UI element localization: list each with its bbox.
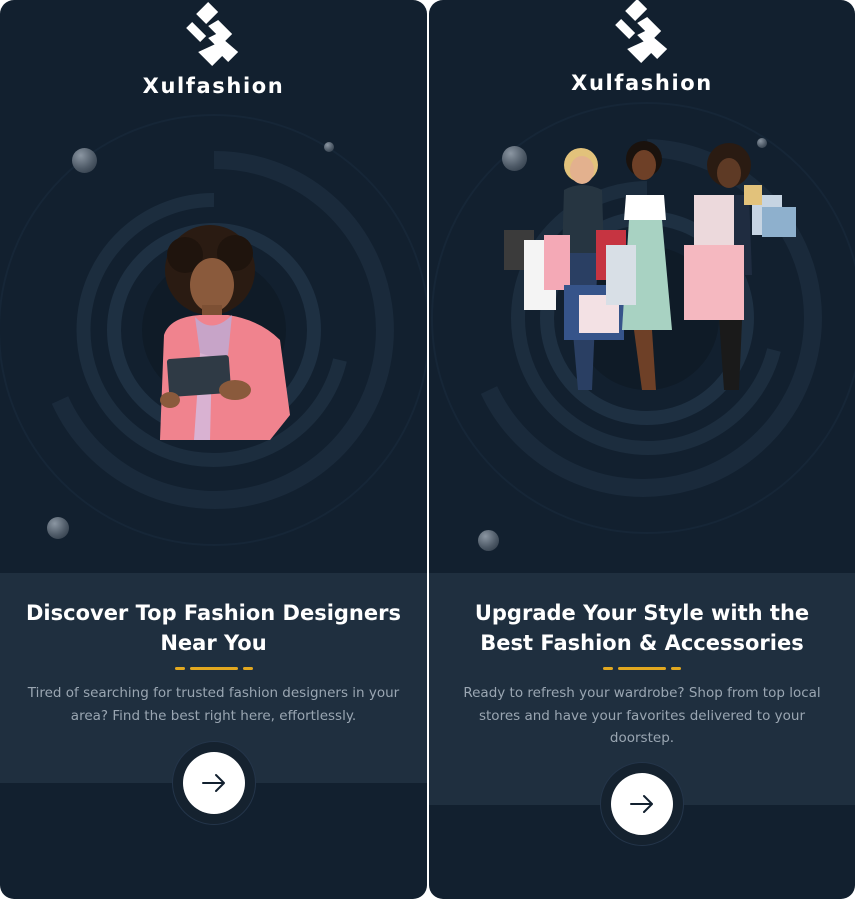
decor-sphere — [47, 517, 69, 539]
brand-logo: Xulfashion — [571, 0, 713, 95]
arrow-right-icon — [201, 774, 225, 792]
hero-image-designer — [160, 225, 290, 440]
brand-name: Xulfashion — [571, 71, 713, 95]
decor-sphere — [72, 148, 97, 173]
brand-mark-icon — [614, 0, 667, 63]
brand-name: Xulfashion — [142, 74, 285, 98]
next-button-ring — [171, 741, 256, 825]
screen-title: Upgrade Your Style with the Best Fashion… — [474, 601, 810, 655]
brand-logo: Xulfashion — [143, 0, 285, 98]
title-divider — [174, 667, 253, 670]
onboarding-screen-shopping: Xulfashion Upgrade Your Style with the B… — [429, 0, 855, 899]
title-divider — [603, 667, 681, 670]
arrow-right-icon — [630, 795, 653, 813]
screen-description: Tired of searching for trusted fashion d… — [27, 685, 400, 724]
decor-sphere — [478, 530, 499, 551]
next-button-ring — [600, 762, 684, 846]
hero-image-shoppers — [504, 141, 796, 390]
decor-sphere — [324, 142, 334, 152]
brand-mark-icon — [186, 2, 239, 66]
screen-description: Ready to refresh your wardrobe? Shop fro… — [463, 685, 821, 746]
next-button[interactable] — [611, 773, 673, 835]
next-button[interactable] — [182, 752, 245, 814]
onboarding-screen-designers: Xulfashion Discover Top Fashion Designer… — [0, 0, 427, 899]
screen-title: Discover Top Fashion Designers Near You — [26, 601, 401, 655]
